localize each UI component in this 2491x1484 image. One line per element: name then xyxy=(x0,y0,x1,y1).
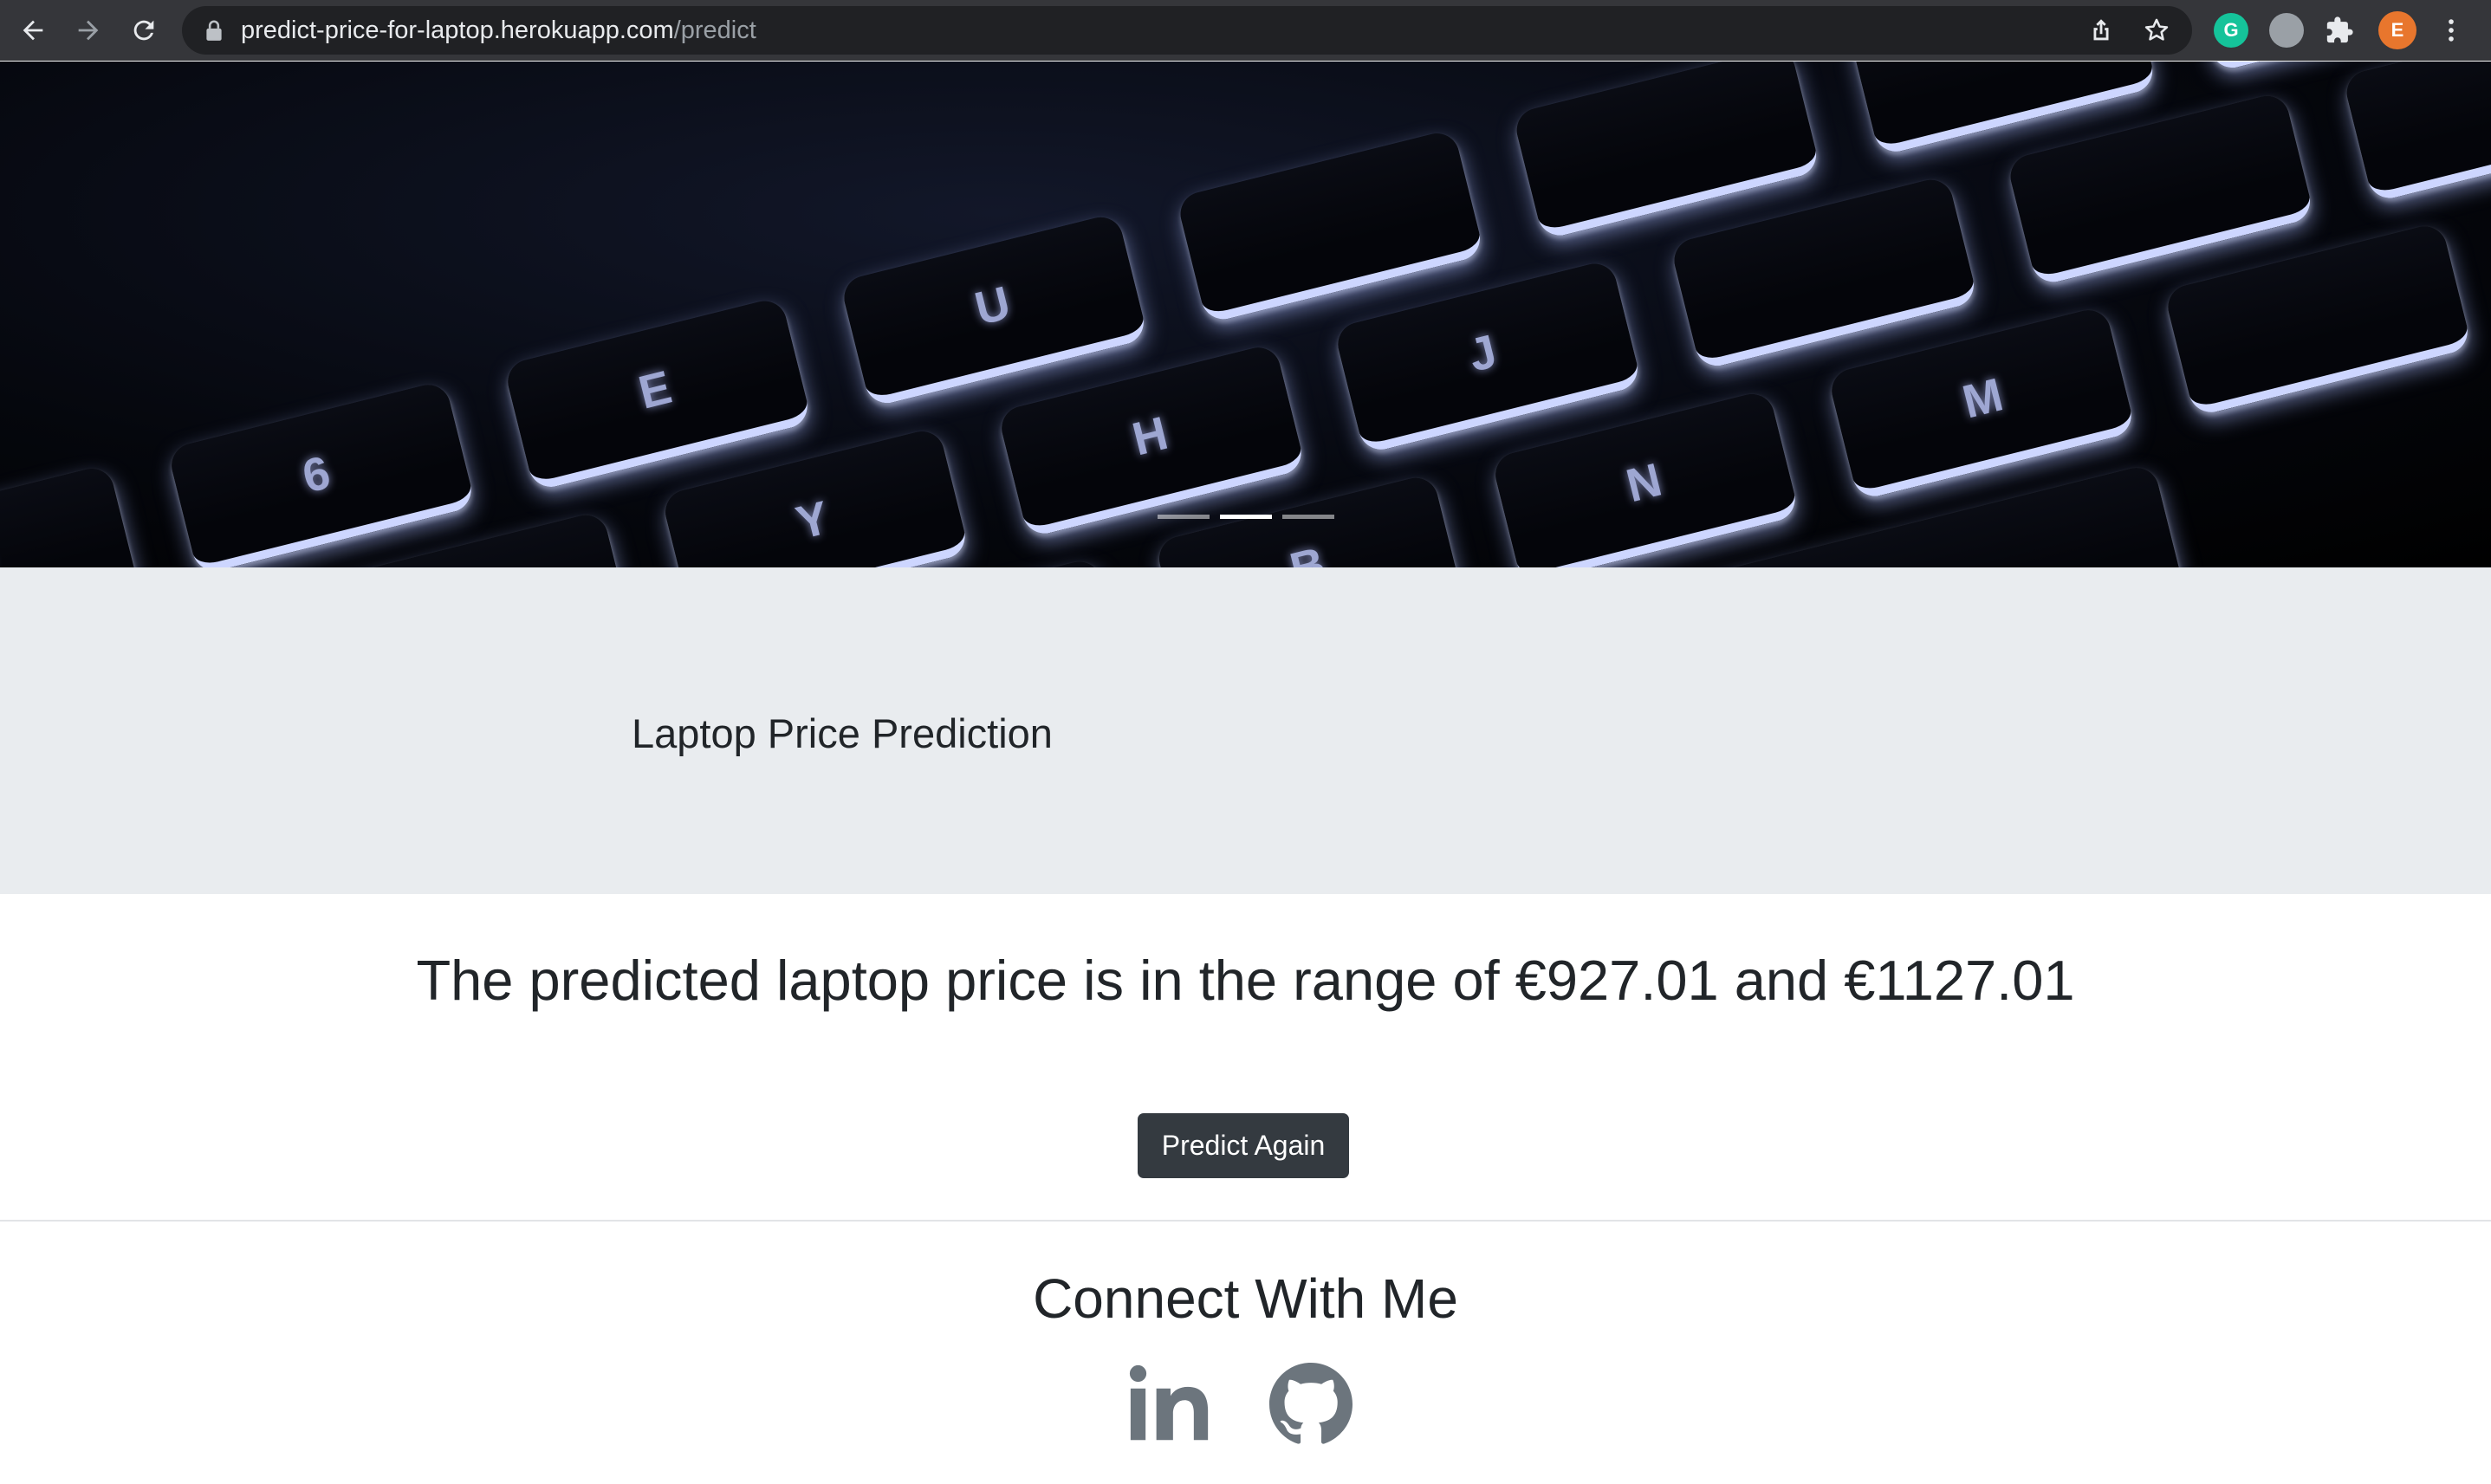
carousel-indicator-1[interactable] xyxy=(1157,515,1210,519)
puzzle-icon[interactable] xyxy=(2325,16,2354,45)
menu-icon[interactable] xyxy=(2436,16,2466,45)
back-button[interactable] xyxy=(12,10,54,51)
keyboard-key xyxy=(2342,62,2491,204)
reload-button[interactable] xyxy=(123,10,165,51)
grammarly-icon[interactable]: G xyxy=(2214,13,2248,48)
predict-again-button[interactable]: Predict Again xyxy=(1138,1113,1349,1178)
keyboard-key: 6 xyxy=(166,379,477,567)
github-icon xyxy=(1269,1363,1353,1444)
url-path: /predict xyxy=(673,16,756,44)
keyboard-key xyxy=(1512,62,1821,241)
forward-button[interactable] xyxy=(68,10,109,51)
back-icon xyxy=(23,20,43,41)
divider xyxy=(0,1220,2491,1222)
keyboard-key: H xyxy=(996,342,1307,539)
profile-avatar[interactable]: E xyxy=(2378,11,2416,49)
github-link[interactable] xyxy=(1269,1363,1353,1446)
linkedin-link[interactable] xyxy=(1128,1363,1211,1446)
linkedin-icon xyxy=(1129,1364,1209,1441)
keyboard-key: E xyxy=(503,296,813,492)
hero-carousel[interactable]: 5 6 E U R T Y H J C V G B N M xyxy=(0,62,2491,567)
keyboard-key: J xyxy=(1333,259,1643,455)
address-bar[interactable]: predict-price-for-laptop.herokuapp.com/p… xyxy=(182,6,2192,55)
connect-heading: Connect With Me xyxy=(1033,1267,1458,1330)
url-host: predict-price-for-laptop.herokuapp.com xyxy=(241,16,674,44)
carousel-indicator-2[interactable] xyxy=(1219,515,1272,519)
carousel-indicator-3[interactable] xyxy=(1281,515,1334,519)
prediction-result: The predicted laptop price is in the ran… xyxy=(416,949,2075,1012)
keyboard-key: N xyxy=(1490,389,1800,567)
carousel-indicators xyxy=(0,515,2491,519)
jumbotron: Laptop Price Prediction xyxy=(0,567,2491,894)
page-title: Laptop Price Prediction xyxy=(632,710,1053,756)
extension-bubble-icon[interactable] xyxy=(2269,13,2304,48)
forward-icon xyxy=(78,20,99,41)
url-text: predict-price-for-laptop.herokuapp.com/p… xyxy=(241,6,756,55)
star-icon[interactable] xyxy=(2142,16,2171,45)
keyboard-key xyxy=(1176,128,1485,324)
keyboard-key xyxy=(1669,175,1979,371)
keyboard-image: 5 6 E U R T Y H J C V G B N M xyxy=(0,62,2491,567)
lock-icon xyxy=(206,20,222,41)
keyboard-key xyxy=(2163,221,2473,418)
keyboard-key: M xyxy=(1826,305,2137,502)
browser-toolbar: predict-price-for-laptop.herokuapp.com/p… xyxy=(0,0,2491,61)
reload-icon xyxy=(133,20,154,41)
share-icon[interactable] xyxy=(2086,16,2116,45)
keyboard-key xyxy=(2006,91,2315,287)
keyboard-key: U xyxy=(839,212,1149,408)
